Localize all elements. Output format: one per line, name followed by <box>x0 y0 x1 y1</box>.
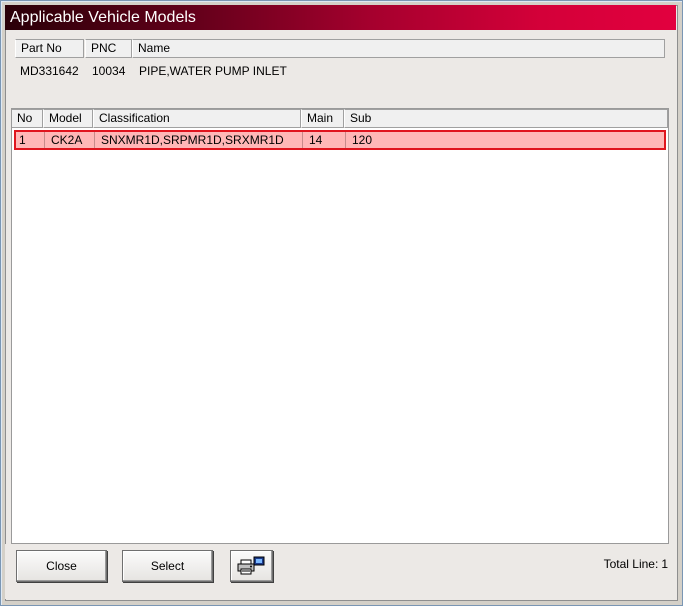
models-table: No Model Classification Main Sub 1 CK2A … <box>11 108 669 544</box>
header-part-no[interactable]: Part No <box>15 39 84 58</box>
title-bar[interactable]: Applicable Vehicle Models <box>5 5 676 30</box>
header-main[interactable]: Main <box>301 109 344 128</box>
header-pnc[interactable]: PNC <box>85 39 132 58</box>
header-name[interactable]: Name <box>132 39 665 58</box>
row-model: CK2A <box>45 132 95 148</box>
header-no[interactable]: No <box>12 109 43 128</box>
window-title: Applicable Vehicle Models <box>10 9 196 26</box>
dialog-content: Part No PNC Name MD331642 10034 PIPE,WAT… <box>11 34 669 544</box>
part-info-panel: Part No PNC Name MD331642 10034 PIPE,WAT… <box>11 39 667 104</box>
print-button[interactable] <box>230 550 273 582</box>
part-no-value: MD331642 <box>20 64 79 78</box>
header-model[interactable]: Model <box>43 109 93 128</box>
total-label: Total Line: <box>603 557 659 571</box>
select-button[interactable]: Select <box>122 550 213 582</box>
row-classification: SNXMR1D,SRPMR1D,SRXMR1D <box>95 132 303 148</box>
row-sub: 120 <box>352 133 373 147</box>
name-value: PIPE,WATER PUMP INLET <box>139 64 287 78</box>
pnc-value: 10034 <box>92 64 126 78</box>
header-sub[interactable]: Sub <box>344 109 668 128</box>
total-lines: Total Line: 1 <box>601 557 668 571</box>
total-value: 1 <box>661 557 668 571</box>
row-no: 1 <box>16 132 45 148</box>
dialog-window: Applicable Vehicle Models Part No PNC Na… <box>0 0 683 606</box>
header-classification[interactable]: Classification <box>93 109 301 128</box>
table-row[interactable]: 1 CK2A SNXMR1D,SRPMR1D,SRXMR1D 14 120 <box>14 130 666 150</box>
close-button[interactable]: Close <box>16 550 107 582</box>
row-main: 14 <box>303 132 346 148</box>
print-icon <box>237 556 265 587</box>
dialog-footer: Close Select Total Line: 1 <box>5 544 676 599</box>
